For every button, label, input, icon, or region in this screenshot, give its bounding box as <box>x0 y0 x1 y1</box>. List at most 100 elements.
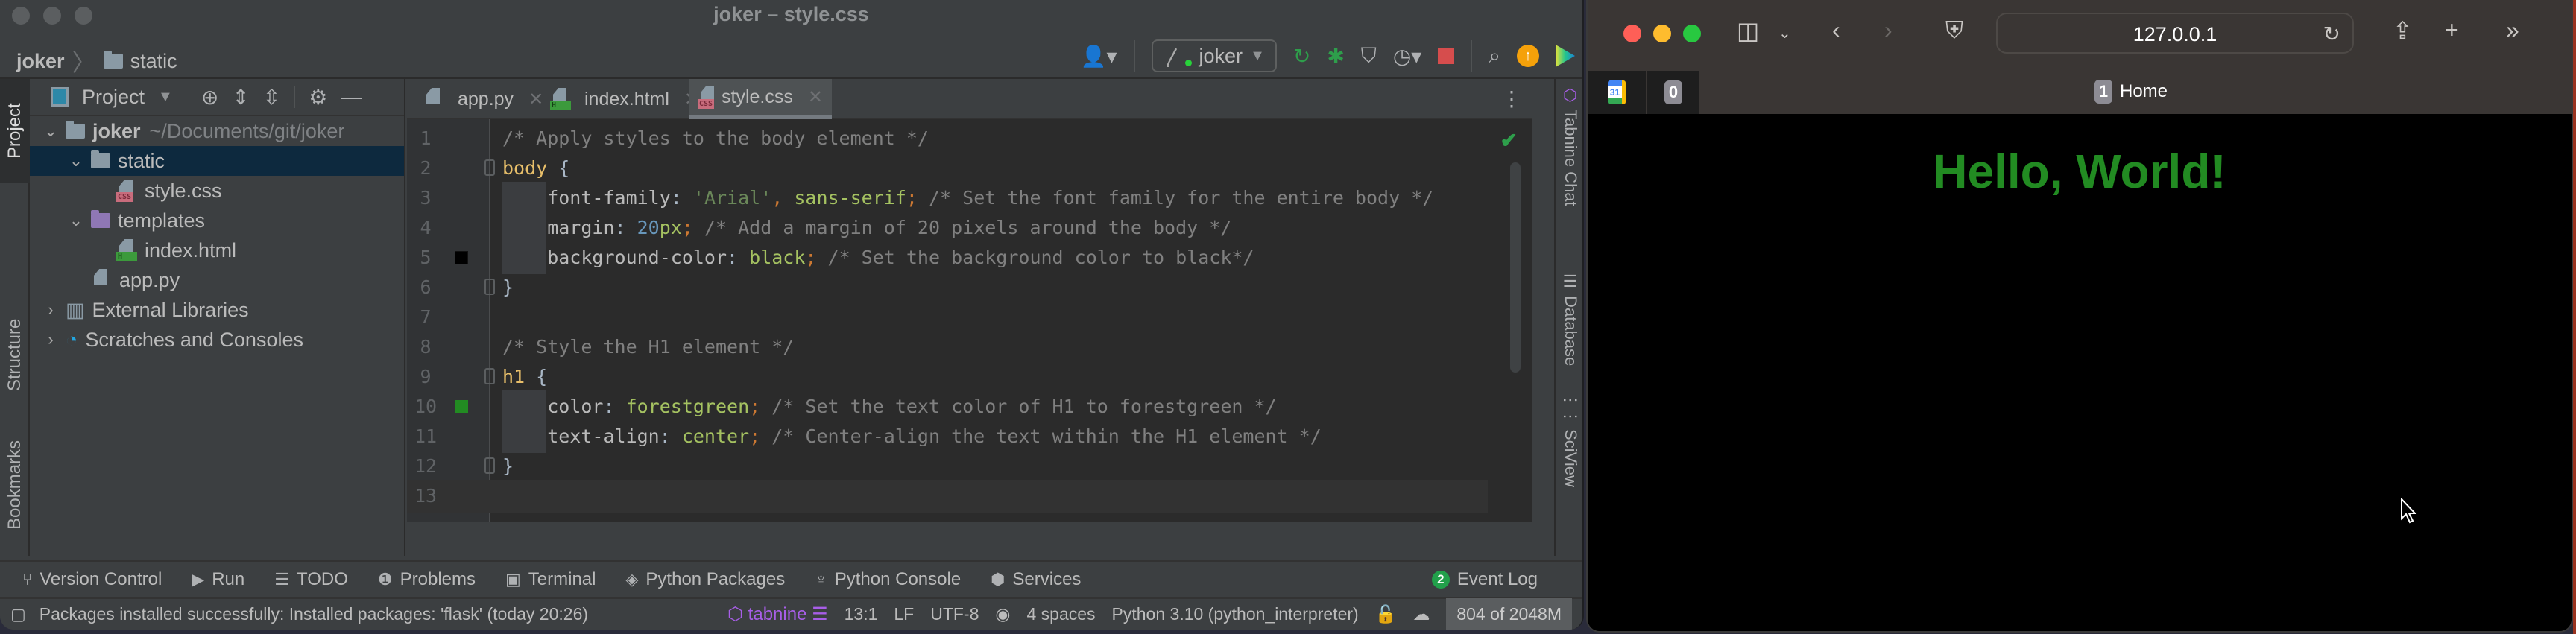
project-view-dropdown[interactable]: Project <box>82 86 145 109</box>
line-number[interactable]: 9 <box>407 361 444 393</box>
tabnine-status[interactable]: ⬡ tabnine ☰ <box>727 603 828 625</box>
close-tab-icon[interactable]: ✕ <box>808 86 823 108</box>
lock-icon[interactable]: 🔓 <box>1375 604 1397 624</box>
code-line[interactable]: 8 /* Style the H1 element */ <box>407 331 1488 364</box>
zoom-window-button[interactable] <box>1683 25 1701 42</box>
line-number[interactable]: 10 <box>407 390 444 423</box>
tree-item-joker[interactable]: ⌄ joker ~/Documents/git/joker <box>30 116 404 146</box>
profile-icon[interactable]: ◷▾ <box>1393 44 1422 69</box>
code-line[interactable]: 2 body { <box>407 152 1488 185</box>
line-number[interactable]: 4 <box>407 212 444 244</box>
code-line[interactable]: 9 h1 { <box>407 361 1488 393</box>
code-line[interactable]: 5 background-color: black; /* Set the ba… <box>407 241 1488 274</box>
pinned-tab-calendar[interactable]: 31 <box>1588 71 1647 114</box>
fold-end-icon[interactable] <box>484 279 495 295</box>
chevron-right-icon[interactable]: › <box>42 330 60 349</box>
tree-item-scratches-and-consoles[interactable]: › ◔ Scratches and Consoles <box>30 325 404 355</box>
editor-scrollbar[interactable] <box>1510 162 1521 373</box>
code-line[interactable]: 3 font-family: 'Arial', sans-serif; /* S… <box>407 182 1488 215</box>
chevron-down-icon[interactable]: ⌄ <box>42 121 60 141</box>
line-number[interactable]: 12 <box>407 450 444 483</box>
no-problems-check-icon[interactable]: ✔ <box>1500 128 1518 153</box>
line-number[interactable]: 6 <box>407 271 444 304</box>
hide-panel-icon[interactable]: — <box>341 85 362 109</box>
code-line[interactable]: 6} <box>407 271 1488 304</box>
code-line[interactable]: 11 text-align: center; /* Center-align t… <box>407 420 1488 453</box>
chevron-down-icon[interactable]: ⌄ <box>67 151 85 171</box>
forward-icon[interactable]: › <box>1884 16 1892 44</box>
eye-icon[interactable]: ◉ <box>995 604 1010 624</box>
tool-tab-bookmarks[interactable]: Bookmarks <box>0 422 30 548</box>
tool-window-todo[interactable]: ☰ TODO <box>274 569 348 590</box>
tool-tab-tabnine-chat[interactable]: ⬡ Tabnine Chat <box>1557 86 1582 258</box>
status-message[interactable]: Packages installed successfully: Install… <box>40 604 588 624</box>
chevron-down-icon[interactable]: ⌄ <box>1778 24 1791 42</box>
indent-setting[interactable]: 4 spaces <box>1026 604 1095 624</box>
sidebar-icon[interactable]: ◫ <box>1737 16 1759 45</box>
more-options-icon[interactable]: ⋮ <box>1501 86 1522 111</box>
tree-item-static[interactable]: ⌄ static <box>30 146 404 176</box>
tool-tab-structure[interactable]: Structure <box>0 302 30 407</box>
toggle-tool-windows-icon[interactable]: ▢ <box>10 605 26 624</box>
tool-window-problems[interactable]: ❶ Problems <box>378 569 476 590</box>
code-line[interactable]: 13 <box>407 480 1488 513</box>
editor-tab-style-css[interactable]: CSS style.css ✕ <box>689 79 832 119</box>
code-line[interactable]: 12} <box>407 450 1488 483</box>
debug-icon[interactable]: ✱ <box>1327 44 1344 69</box>
breadcrumb-item-folder[interactable]: static <box>130 50 177 73</box>
cloud-settings-icon[interactable]: ☁ <box>1412 604 1430 624</box>
back-icon[interactable]: ‹ <box>1832 16 1840 44</box>
tree-item-templates[interactable]: ⌄ templates <box>30 206 404 235</box>
vcs-user-icon[interactable]: 👤▾ <box>1081 44 1117 69</box>
tool-window-services[interactable]: ⬢ Services <box>991 569 1081 590</box>
address-bar[interactable]: 127.0.0.1 ↻ <box>1996 13 2354 54</box>
browser-tab-home[interactable]: 1 Home <box>2094 80 2168 104</box>
tree-item-external-libraries[interactable]: › ▥ External Libraries <box>30 295 404 325</box>
minimize-window-button[interactable] <box>1653 25 1671 42</box>
tool-window-version-control[interactable]: ⑂ Version Control <box>22 569 162 590</box>
line-number[interactable]: 7 <box>407 301 444 334</box>
close-window-button[interactable] <box>1623 25 1641 42</box>
line-number[interactable]: 11 <box>407 420 444 453</box>
chevron-right-icon[interactable]: › <box>42 300 60 320</box>
more-tabs-icon[interactable]: » <box>2506 16 2519 44</box>
stop-icon[interactable] <box>1438 48 1455 64</box>
tool-window-run[interactable]: ▶ Run <box>192 569 244 590</box>
run-configuration-dropdown[interactable]: 〳 joker ▼ <box>1151 39 1277 72</box>
privacy-shield-icon[interactable]: ⛨ <box>1945 16 1963 45</box>
expand-all-icon[interactable]: ⇕ <box>232 85 249 110</box>
code-line[interactable]: 7 <box>407 301 1488 334</box>
breadcrumb-item-project[interactable]: joker <box>16 50 65 73</box>
chevron-down-icon[interactable]: ▼ <box>158 89 173 106</box>
tool-window-event-log[interactable]: 2 Event Log <box>1431 569 1538 590</box>
color-swatch-icon[interactable] <box>455 400 468 413</box>
caret-position[interactable]: 13:1 <box>845 604 878 624</box>
tool-tab-project[interactable]: Project <box>0 79 30 183</box>
pinned-tab-counter[interactable]: 0 <box>1647 71 1701 114</box>
tree-item-app-py[interactable]: app.py <box>30 265 404 295</box>
tool-tab-database[interactable]: ☰ Database <box>1557 273 1582 384</box>
tool-window-terminal[interactable]: ▣ Terminal <box>505 569 596 590</box>
editor-tab-app-py[interactable]: app.py ✕ <box>414 79 552 119</box>
code-with-me-icon[interactable] <box>1556 45 1575 67</box>
fold-start-icon[interactable] <box>484 368 495 384</box>
reload-icon[interactable]: ↻ <box>2323 22 2340 46</box>
rerun-icon[interactable]: ↻ <box>1293 44 1310 69</box>
color-swatch-icon[interactable] <box>455 251 468 264</box>
update-icon[interactable]: ↑ <box>1517 45 1539 67</box>
tree-item-style-css[interactable]: CSS style.css <box>30 176 404 206</box>
line-number[interactable]: 13 <box>407 480 444 513</box>
editor-tab-index-html[interactable]: H index.html ✕ <box>541 79 708 119</box>
line-number[interactable]: 8 <box>407 331 444 364</box>
code-line[interactable]: 1 /* Apply styles to the body element */ <box>407 122 1488 155</box>
code-line[interactable]: 4 margin: 20px; /* Add a margin of 20 pi… <box>407 212 1488 244</box>
gear-icon[interactable]: ⚙ <box>309 85 327 110</box>
code-line[interactable]: 10 color: forestgreen; /* Set the text c… <box>407 390 1488 423</box>
file-encoding[interactable]: UTF-8 <box>930 604 979 624</box>
line-number[interactable]: 2 <box>407 152 444 185</box>
share-icon[interactable]: ⇪ <box>2393 16 2413 45</box>
line-ending[interactable]: LF <box>894 604 914 624</box>
memory-indicator[interactable]: 804 of 2048M <box>1446 598 1572 630</box>
tool-window-python-packages[interactable]: ◈ Python Packages <box>626 569 786 590</box>
python-interpreter[interactable]: Python 3.10 (python_interpreter) <box>1112 604 1359 624</box>
